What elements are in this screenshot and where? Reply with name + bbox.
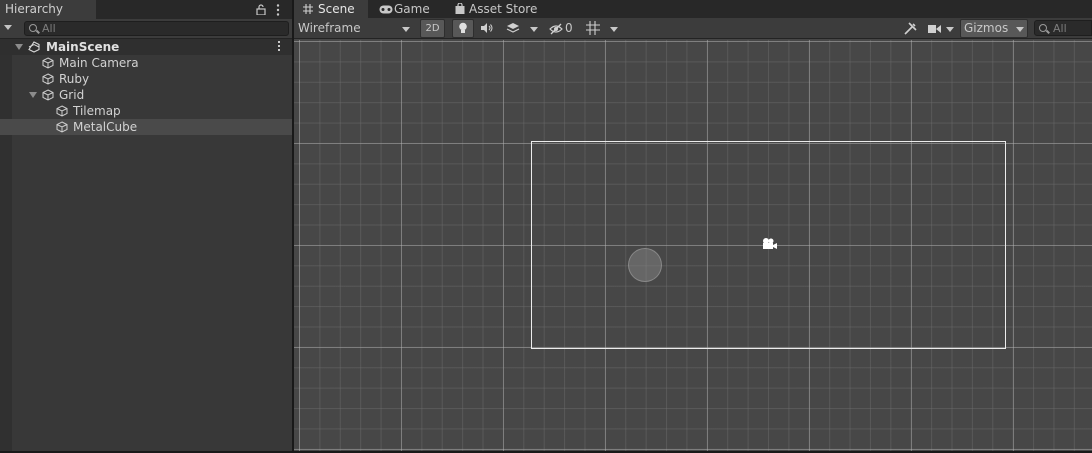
video-camera-icon xyxy=(928,25,941,33)
hierarchy-tree: MainScene Main Camera Ruby Grid Tilemap … xyxy=(0,39,292,453)
dropdown-arrow-icon xyxy=(1016,27,1024,32)
effects-dropdown[interactable] xyxy=(526,19,542,38)
dropdown-arrow-icon xyxy=(402,27,410,32)
tree-item-grid[interactable]: Grid xyxy=(0,87,292,103)
gameobject-cube-icon xyxy=(42,73,54,85)
tree-item-tilemap[interactable]: Tilemap xyxy=(0,103,292,119)
gameobject-cube-icon xyxy=(56,105,68,117)
hierarchy-toolbar xyxy=(0,19,292,39)
tree-item-label: MetalCube xyxy=(73,120,138,134)
grid-icon xyxy=(303,0,313,20)
dropdown-arrow-icon xyxy=(610,27,618,32)
gizmos-dropdown[interactable]: Gizmos xyxy=(960,19,1028,38)
tree-item-ruby[interactable]: Ruby xyxy=(0,71,292,87)
grid-snapping-toggle[interactable] xyxy=(582,19,604,38)
hierarchy-panel: Hierarchy MainScene xyxy=(0,0,292,453)
search-icon xyxy=(1039,24,1047,32)
scene-viewport[interactable] xyxy=(294,40,1092,451)
draw-mode-dropdown[interactable]: Wireframe xyxy=(294,19,414,38)
effects-toggle-button[interactable] xyxy=(502,19,524,38)
tree-item-label: Ruby xyxy=(59,72,90,86)
layers-icon xyxy=(506,23,520,33)
shopping-bag-icon xyxy=(455,0,465,20)
lighting-toggle-button[interactable] xyxy=(452,19,474,38)
hierarchy-search[interactable] xyxy=(24,21,289,36)
hidden-count: 0 xyxy=(565,21,573,35)
tree-item-metalcube[interactable]: MetalCube xyxy=(0,119,292,135)
audio-toggle-button[interactable] xyxy=(476,19,498,38)
tools-button[interactable] xyxy=(900,19,920,38)
scene-tab-bar: Scene Game Asset Store xyxy=(294,0,1092,18)
scene-search[interactable] xyxy=(1034,20,1092,36)
lock-icon[interactable] xyxy=(255,0,267,19)
lightbulb-icon xyxy=(459,22,467,33)
scene-menu-icon[interactable] xyxy=(277,39,281,55)
gizmos-label: Gizmos xyxy=(964,21,1009,35)
gameobject-cube-icon xyxy=(42,89,54,101)
light-gizmo[interactable] xyxy=(628,248,662,282)
hidden-objects-toggle[interactable]: 0 xyxy=(546,19,578,38)
create-dropdown-icon[interactable] xyxy=(4,25,12,30)
search-icon xyxy=(29,24,37,32)
speaker-icon xyxy=(481,23,493,33)
foldout-arrow-icon[interactable] xyxy=(15,44,23,50)
foldout-arrow-icon[interactable] xyxy=(29,92,37,98)
more-options-icon[interactable] xyxy=(274,0,282,19)
tab-label: Scene xyxy=(318,2,355,16)
scene-panel: Scene Game Asset Store Wireframe 2D 0 Gi… xyxy=(294,0,1092,453)
unity-scene-icon xyxy=(28,41,40,53)
gameobject-cube-icon xyxy=(56,121,68,133)
eye-slash-icon xyxy=(549,23,563,35)
camera-settings-button[interactable] xyxy=(926,19,956,38)
scene-toolbar: Wireframe 2D 0 Gizmos All xyxy=(294,18,1092,39)
dropdown-arrow-icon xyxy=(946,27,954,32)
tab-label: Asset Store xyxy=(469,2,538,16)
tree-item-mainscene[interactable]: MainScene xyxy=(0,39,292,55)
2d-toggle-button[interactable]: 2D xyxy=(420,19,445,38)
tab-hierarchy[interactable]: Hierarchy xyxy=(0,0,96,19)
tools-icon xyxy=(903,22,917,35)
tree-item-label: Grid xyxy=(59,88,85,102)
tree-item-main-camera[interactable]: Main Camera xyxy=(0,55,292,71)
tab-scene[interactable]: Scene xyxy=(294,0,368,18)
tree-item-label: Main Camera xyxy=(59,56,139,70)
hierarchy-tab-bar: Hierarchy xyxy=(0,0,292,19)
gamepad-icon xyxy=(379,0,393,20)
draw-mode-label: Wireframe xyxy=(298,21,361,35)
tab-game[interactable]: Game xyxy=(370,0,442,18)
grid-dropdown[interactable] xyxy=(606,19,622,38)
gameobject-cube-icon xyxy=(42,57,54,69)
scene-search-input[interactable] xyxy=(1053,21,1091,35)
grid-snap-icon xyxy=(586,21,600,35)
dropdown-arrow-icon xyxy=(530,27,538,32)
tree-item-label: MainScene xyxy=(46,40,120,54)
camera-gizmo-icon[interactable] xyxy=(761,237,777,251)
tree-item-label: Tilemap xyxy=(73,104,121,118)
hierarchy-search-input[interactable] xyxy=(42,22,282,35)
tab-asset-store[interactable]: Asset Store xyxy=(445,0,545,18)
tab-label: Game xyxy=(394,2,430,16)
